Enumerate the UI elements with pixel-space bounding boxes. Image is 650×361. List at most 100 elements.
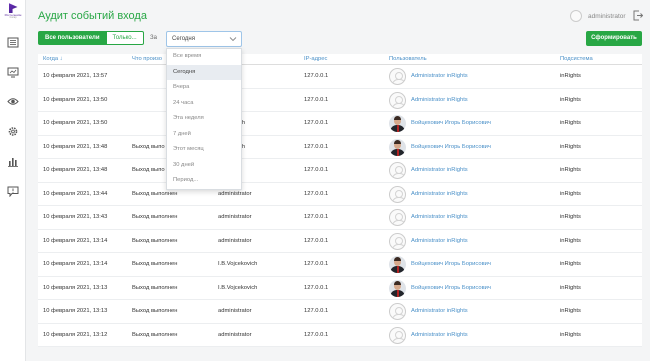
cell-what: Выход выполнен: [132, 237, 178, 244]
cell-ip: 127.0.0.1: [304, 261, 329, 267]
cell-user[interactable]: Войцехович Игорь Борисович: [411, 144, 491, 150]
cell-ip: 127.0.0.1: [304, 284, 329, 291]
table-row[interactable]: 10 февраля 2021, 13:50istrator127.0.0.1A…: [38, 89, 642, 112]
cell-system: inRights: [560, 214, 581, 220]
table-row[interactable]: 10 февраля 2021, 13:57istrator127.0.0.1A…: [38, 65, 642, 89]
cell-what: Выход выпо: [132, 167, 165, 173]
user-menu[interactable]: administrator: [570, 9, 626, 23]
cell-when: 10 февраля 2021, 13:43: [43, 214, 108, 220]
cell-what: Выход выполнен: [132, 284, 178, 291]
cell-when: 10 февраля 2021, 13:48: [43, 167, 108, 173]
cell-system: inRights: [560, 167, 581, 173]
logo[interactable]: Ростелеком Солар: [3, 3, 23, 23]
column-what[interactable]: Что произо: [132, 56, 162, 62]
cell-user[interactable]: Administrator inRights: [411, 167, 468, 173]
period-select[interactable]: Сегодня: [166, 31, 242, 47]
cell-user[interactable]: Administrator inRights: [411, 308, 468, 314]
cell-ip: 127.0.0.1: [304, 190, 329, 197]
avatar: [389, 185, 406, 203]
cell-when: 10 февраля 2021, 13:50: [43, 120, 108, 126]
avatar: [389, 209, 406, 226]
table-header: Когда ↓ Что произо IP-адрес Пользователь…: [38, 54, 642, 65]
cell-user[interactable]: Administrator inRights: [411, 238, 468, 244]
avatar: [570, 10, 582, 22]
table-body: 10 февраля 2021, 13:57istrator127.0.0.1A…: [38, 65, 642, 347]
period-dropdown: Все время Сегодня Вчера 24 часа Эта неделя 7 …: [166, 48, 242, 190]
audit-table: Когда ↓ Что произо IP-адрес Пользователь…: [38, 54, 642, 347]
avatar: [389, 256, 406, 273]
all-users-button[interactable]: Все пользователи: [38, 31, 107, 45]
cell-what: Выход выполнен: [132, 331, 178, 338]
cell-user[interactable]: Administrator inRights: [411, 73, 468, 79]
cell-user[interactable]: Administrator inRights: [411, 214, 468, 220]
table-row[interactable]: 10 февраля 2021, 13:13 Выход выполнен I.B.…: [38, 277, 642, 300]
cell-user[interactable]: Войцехович Игорь Борисович: [411, 261, 491, 267]
journal-icon[interactable]: [7, 37, 19, 48]
table-row[interactable]: 10 февраля 2021, 13:13 Выход выполнен admi…: [38, 300, 642, 324]
period-option[interactable]: Сегодня: [167, 64, 241, 80]
table-row[interactable]: 10 февраля 2021, 13:48Выход выпоistrator…: [38, 159, 642, 183]
gear-icon[interactable]: [7, 126, 19, 137]
column-ip[interactable]: IP-адрес: [304, 56, 327, 62]
cell-user[interactable]: Administrator inRights: [411, 332, 468, 338]
generate-button[interactable]: Сформировать: [586, 31, 642, 46]
table-row[interactable]: 10 февраля 2021, 13:12 Выход выполнен admi…: [38, 324, 642, 347]
period-option[interactable]: 30 дней: [167, 158, 241, 174]
cell-what: Выход выполнен: [132, 190, 178, 197]
chat-icon[interactable]: [7, 186, 19, 197]
cell-what: Выход выпо: [132, 143, 165, 150]
page-title: Аудит событий входа: [38, 10, 147, 22]
monitor-icon[interactable]: [7, 67, 19, 78]
avatar: [389, 138, 406, 156]
column-system[interactable]: Подсистема: [560, 56, 593, 62]
bar-chart-icon[interactable]: [7, 156, 19, 167]
logo-mark: [8, 3, 18, 13]
cell-login: administrator: [218, 214, 252, 220]
cell-system: inRights: [560, 120, 581, 126]
avatar: [389, 279, 406, 297]
cell-system: inRights: [560, 308, 581, 314]
cell-system: inRights: [560, 190, 581, 197]
period-option[interactable]: Все время: [167, 49, 241, 65]
period-option[interactable]: 24 часа: [167, 96, 241, 112]
column-user[interactable]: Пользователь: [389, 56, 427, 62]
cell-ip: 127.0.0.1: [304, 214, 329, 220]
logout-icon[interactable]: [633, 10, 643, 21]
sidebar: Ростелеком Солар: [0, 0, 26, 361]
sort-arrow-icon: ↓: [59, 56, 63, 62]
cell-user[interactable]: Administrator inRights: [411, 191, 468, 197]
cell-when: 10 февраля 2021, 13:12: [43, 331, 108, 338]
period-option[interactable]: Этот месяц: [167, 142, 241, 158]
table-row[interactable]: 10 февраля 2021, 13:14 Выход выполнен I.B.…: [38, 253, 642, 277]
period-option[interactable]: Эта неделя: [167, 111, 241, 127]
cell-ip: 127.0.0.1: [304, 167, 329, 173]
cell-login: administrator: [218, 308, 252, 314]
table-row[interactable]: 10 февраля 2021, 13:50ojcekovich127.0.0.…: [38, 112, 642, 136]
cell-user[interactable]: Войцехович Игорь Борисович: [411, 285, 491, 291]
cell-user[interactable]: Administrator inRights: [411, 97, 468, 103]
period-option[interactable]: Период...: [167, 173, 241, 189]
cell-when: 10 февраля 2021, 13:50: [43, 96, 108, 103]
only-users-button[interactable]: Только...: [106, 31, 144, 45]
table-row[interactable]: 10 февраля 2021, 13:14 Выход выполнен admi…: [38, 230, 642, 253]
logo-text: Ростелеком: [4, 13, 22, 17]
cell-ip: 127.0.0.1: [304, 73, 329, 79]
cell-when: 10 февраля 2021, 13:14: [43, 237, 108, 244]
table-row[interactable]: 10 февраля 2021, 13:43 Выход выполнен admi…: [38, 206, 642, 230]
column-when[interactable]: Когда ↓: [43, 56, 63, 62]
avatar: [389, 326, 406, 344]
cell-user[interactable]: Войцехович Игорь Борисович: [411, 120, 491, 126]
period-option[interactable]: 7 дней: [167, 127, 241, 143]
chevron-down-icon: [229, 37, 237, 42]
user-filter-group: Все пользователи Только...: [38, 31, 144, 45]
avatar: [389, 303, 406, 320]
eye-icon[interactable]: [7, 96, 19, 107]
period-label: За: [150, 35, 157, 41]
period-option[interactable]: Вчера: [167, 80, 241, 96]
table-row[interactable]: 10 февраля 2021, 13:48Выход выпоojcekovi…: [38, 136, 642, 159]
table-row[interactable]: 10 февраля 2021, 13:44 Выход выполнен admi…: [38, 183, 642, 206]
logo-subtext: Солар: [9, 16, 17, 20]
cell-login: administrator: [218, 331, 252, 338]
cell-when: 10 февраля 2021, 13:48: [43, 143, 108, 150]
cell-ip: 127.0.0.1: [304, 308, 329, 314]
